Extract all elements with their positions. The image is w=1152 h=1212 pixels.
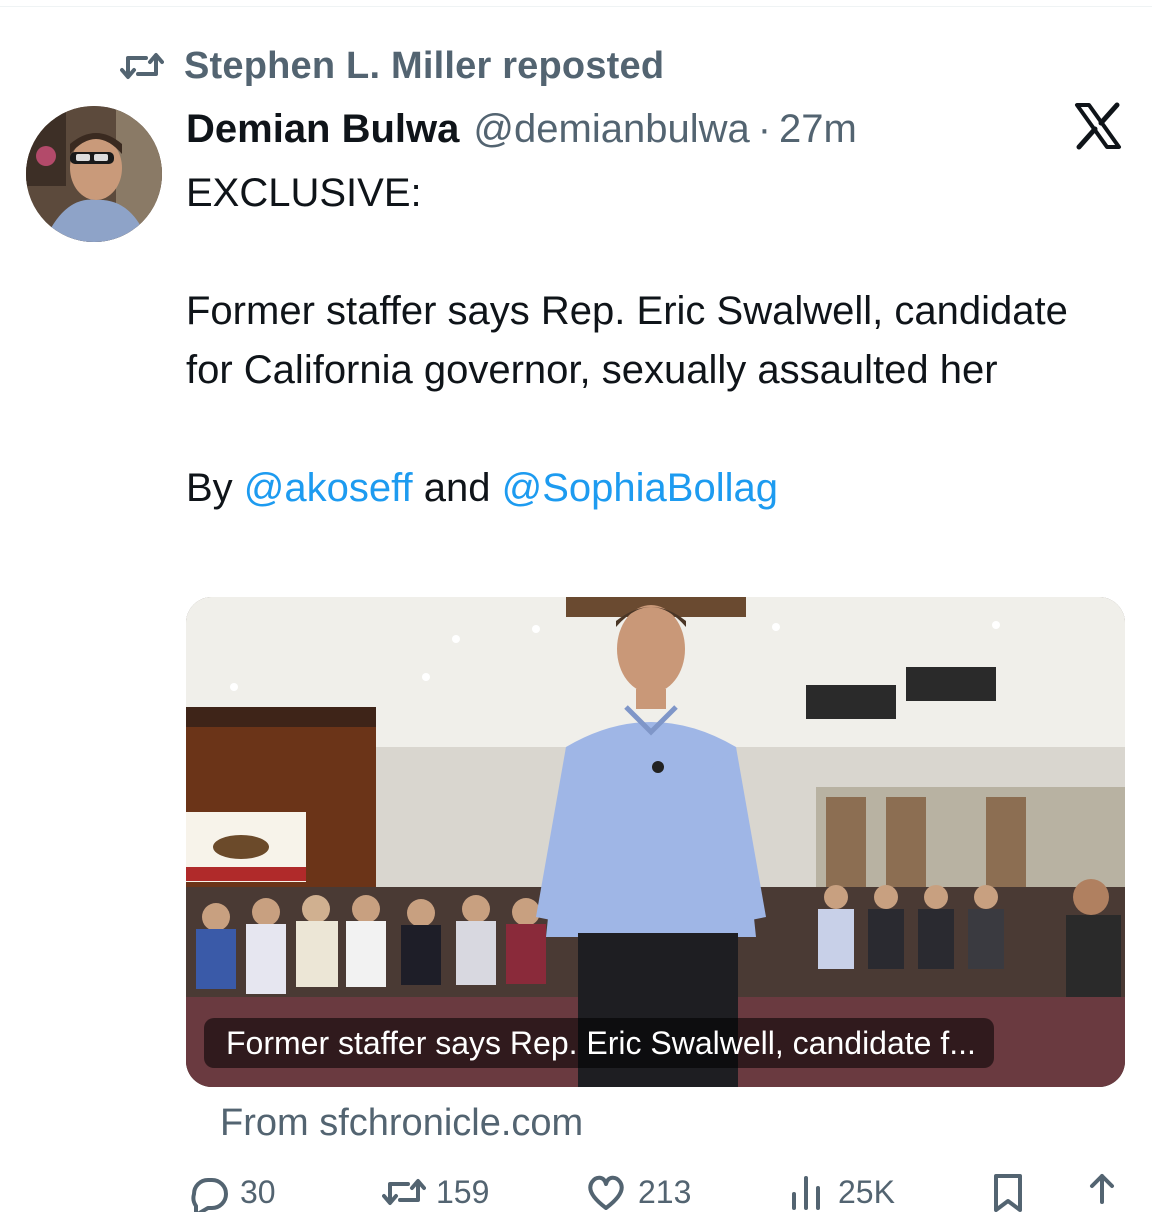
reply-count: 30 [240, 1173, 276, 1210]
views-count: 25K [838, 1173, 895, 1210]
card-source[interactable]: From sfchronicle.com [220, 1102, 583, 1145]
share-icon [1090, 1174, 1114, 1204]
repost-context[interactable]: Stephen L. Miller reposted [120, 42, 664, 90]
views-icon [792, 1176, 820, 1210]
byline-and: and [412, 466, 502, 510]
tweet-header: Demian Bulwa @demianbulwa · 27m [186, 103, 857, 155]
author-display-name[interactable]: Demian Bulwa [186, 107, 459, 152]
tweet-headline: EXCLUSIVE: [186, 171, 422, 215]
tweet-byline: By @akoseff and @SophiaBollag [186, 459, 1106, 518]
repost-icon [382, 1179, 426, 1205]
tweet-body: EXCLUSIVE: Former staffer says Rep. Eric… [186, 164, 1106, 518]
reply-icon [191, 1178, 228, 1212]
repost-label[interactable]: Stephen L. Miller reposted [184, 45, 664, 88]
share-button[interactable] [1080, 1172, 1124, 1212]
x-logo [1075, 102, 1121, 150]
reply-button[interactable]: 30 [186, 1172, 276, 1212]
repost-count: 159 [436, 1173, 490, 1210]
separator-dot: · [757, 106, 772, 151]
top-divider [0, 6, 1152, 7]
bookmark-icon [994, 1174, 1022, 1212]
like-button[interactable]: 213 [584, 1172, 691, 1212]
mention-akoseff[interactable]: @akoseff [244, 466, 413, 510]
heart-icon [588, 1175, 624, 1210]
tweet-timestamp[interactable]: 27m [779, 107, 857, 152]
like-count: 213 [638, 1173, 692, 1210]
avatar[interactable] [26, 106, 162, 242]
tweet-summary: Former staffer says Rep. Eric Swalwell, … [186, 289, 1068, 392]
bookmark-button[interactable] [986, 1172, 1030, 1212]
link-card[interactable]: Former staffer says Rep. Eric Swalwell, … [186, 597, 1125, 1087]
repost-icon [120, 53, 164, 79]
repost-button[interactable]: 159 [382, 1172, 489, 1212]
card-image [186, 597, 1125, 1087]
author-handle[interactable]: @demianbulwa [473, 107, 749, 152]
card-caption: Former staffer says Rep. Eric Swalwell, … [204, 1018, 994, 1068]
action-bar: 30 159 213 25K [186, 1172, 1126, 1212]
mention-sophiabollag[interactable]: @SophiaBollag [502, 466, 778, 510]
byline-prefix: By [186, 466, 244, 510]
views-button[interactable]: 25K [784, 1172, 895, 1212]
